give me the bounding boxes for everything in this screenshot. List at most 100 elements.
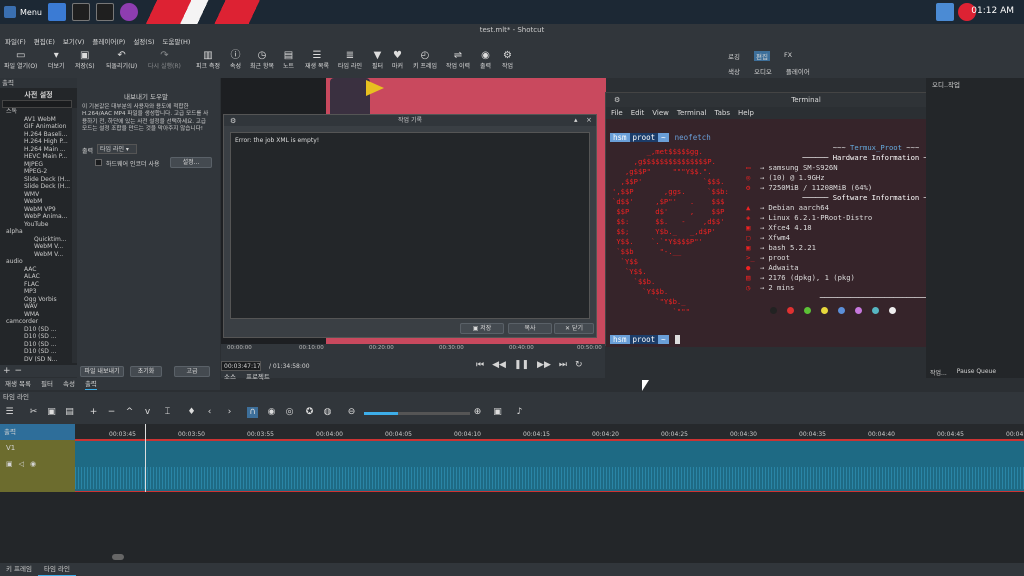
log-text-area[interactable]: Error: the job XML is empty! — [230, 132, 590, 319]
layout-logging[interactable]: 로깅 — [728, 51, 740, 61]
reset-button[interactable]: 초기화 — [130, 366, 162, 377]
copy-log-button[interactable]: 복사 — [508, 323, 552, 334]
pause-icon[interactable]: ❚❚ — [514, 360, 529, 370]
timeline-button[interactable]: ≣ 타임 라인 — [338, 50, 362, 70]
preset-item[interactable]: 스톡 — [0, 108, 72, 116]
term-menu-help[interactable]: Help — [738, 107, 754, 119]
markers-button[interactable]: ♥ 마커 — [392, 50, 403, 70]
append-icon[interactable]: + — [88, 407, 99, 418]
audio-panel-tab[interactable]: 오디.. — [932, 79, 948, 89]
preset-item[interactable]: AV1 WebM — [0, 116, 72, 124]
preset-item[interactable]: Quicktim... — [0, 236, 72, 244]
preset-item[interactable]: AAC — [0, 266, 72, 274]
copy-icon[interactable]: ▣ — [46, 407, 57, 418]
term-menu-file[interactable]: File — [611, 107, 623, 119]
preset-item[interactable]: D10 (SD ... — [0, 326, 72, 334]
file-manager-icon[interactable] — [48, 3, 66, 21]
preset-item[interactable]: WebM — [0, 198, 72, 206]
forward-icon[interactable]: ▶▶ — [537, 360, 551, 370]
zoom-in-icon[interactable]: ⊕ — [472, 407, 483, 418]
preset-item[interactable]: Slide Deck (H... — [0, 183, 72, 191]
term-menu-view[interactable]: View — [652, 107, 669, 119]
video-clip[interactable] — [75, 440, 1024, 492]
preset-search-input[interactable] — [2, 100, 72, 108]
marker-icon[interactable]: ♦ — [186, 407, 197, 418]
tab-filters[interactable]: 필터 — [41, 378, 53, 390]
menu-button[interactable]: Menu — [4, 4, 42, 20]
preset-item[interactable]: MJPEG — [0, 161, 72, 169]
preset-item[interactable]: alpha — [0, 228, 72, 236]
track-header-v1[interactable]: V1 ▣ ◁ ◉ — [0, 440, 75, 492]
pause-queue-checkbox[interactable]: Pause Queue — [957, 368, 996, 377]
terminal-icon[interactable] — [72, 3, 90, 21]
ripple-all-icon[interactable]: ✪ — [304, 407, 315, 418]
timeline-scrollbar[interactable] — [112, 554, 124, 560]
peak-meter-button[interactable]: ▥ 피크 측정 — [196, 50, 220, 70]
menu-edit[interactable]: 편집(E) — [34, 37, 55, 48]
preset-item[interactable]: MPEG-2 — [0, 168, 72, 176]
export-file-button[interactable]: 파일 내보내기 — [80, 366, 124, 377]
open-file-button[interactable]: ▭ 파일 열기(O) — [4, 50, 37, 70]
hamburger-icon[interactable]: ☰ — [4, 407, 15, 418]
preset-item[interactable]: camcorder — [0, 318, 72, 326]
source-ruler[interactable]: 00:00:00 00:10:00 00:20:00 00:30:00 00:4… — [225, 345, 605, 355]
terminal-menu-icon[interactable]: ⚙ — [614, 96, 620, 104]
menu-file[interactable]: 파일(F) — [5, 37, 26, 48]
preset-item[interactable]: GIF Animation — [0, 123, 72, 131]
preset-item[interactable]: D10 (SD ... — [0, 341, 72, 349]
preset-item[interactable]: FLAC — [0, 281, 72, 289]
jobs-menu-button[interactable]: 작업... — [930, 368, 947, 377]
preset-item[interactable]: Ogg Vorbis — [0, 296, 72, 304]
layout-audio[interactable]: 오디오 — [754, 66, 772, 76]
tab-project[interactable]: 프로젝트 — [246, 371, 270, 381]
more-button[interactable]: ▾ 더보기 — [48, 50, 65, 70]
preset-item[interactable]: D10 (SD ... — [0, 333, 72, 341]
photos-icon[interactable] — [936, 3, 954, 21]
recent-button[interactable]: ◷ 최근 항목 — [250, 50, 274, 70]
timeline-ruler[interactable]: 00:03:45 00:03:50 00:03:55 00:04:00 00:04:05… — [75, 424, 1024, 440]
preset-item[interactable]: MP3 — [0, 288, 72, 296]
preset-item[interactable]: DV (SD N... — [0, 356, 72, 364]
preset-item[interactable]: WebM V... — [0, 243, 72, 251]
preset-item[interactable]: YouTube — [0, 221, 72, 229]
preset-item[interactable]: WebP Anima... — [0, 213, 72, 221]
keyframes-button[interactable]: ◴ 키 프레임 — [413, 50, 437, 70]
mute-icon[interactable]: ◁ — [19, 460, 24, 468]
undo-button[interactable]: ↶ 되돌리기(U) — [106, 50, 137, 70]
menu-help[interactable]: 도움말(H) — [163, 37, 191, 48]
preset-item[interactable]: H.264 Baseli... — [0, 131, 72, 139]
redo-button[interactable]: ↷ 다시 실행(R) — [148, 50, 181, 70]
preset-item[interactable]: H.264 High P... — [0, 138, 72, 146]
browser-icon[interactable] — [120, 3, 138, 21]
layout-fx[interactable]: FX — [784, 51, 792, 61]
playlist-button[interactable]: ☰ 재생 목록 — [305, 50, 329, 70]
preset-item[interactable]: audio — [0, 258, 72, 266]
notes-button[interactable]: ▤ 노트 — [283, 50, 294, 70]
close-dialog-button[interactable]: ✕ 닫기 — [554, 323, 594, 334]
tab-keyframes[interactable]: 키 프레임 — [0, 563, 38, 576]
output-select[interactable]: 타임 라인 ▾ — [97, 144, 137, 154]
save-log-button[interactable]: ▣ 저장 — [460, 323, 504, 334]
advanced-button[interactable]: 고급 — [174, 366, 210, 377]
preset-item[interactable]: WMA — [0, 311, 72, 319]
layout-color[interactable]: 색상 — [728, 66, 740, 76]
menu-player[interactable]: 플레이어(P) — [92, 37, 125, 48]
cut-icon[interactable]: ✂ — [28, 407, 39, 418]
next-marker-icon[interactable]: › — [224, 407, 235, 418]
term-menu-tabs[interactable]: Tabs — [715, 107, 731, 119]
skip-end-icon[interactable]: ⏭ — [559, 360, 567, 370]
paste-icon[interactable]: ▤ — [64, 407, 75, 418]
overwrite-icon[interactable]: v — [142, 407, 153, 418]
snap-icon[interactable]: ∩ — [247, 407, 258, 418]
prev-marker-icon[interactable]: ‹ — [204, 407, 215, 418]
scrub-icon[interactable]: ◉ — [266, 407, 277, 418]
dialog-close-icon[interactable]: × — [586, 116, 592, 124]
loop-icon[interactable]: ↻ — [575, 360, 583, 370]
jobs-panel-tab[interactable]: 작업 — [948, 79, 960, 89]
lift-icon[interactable]: ^ — [124, 407, 135, 418]
ripple-icon[interactable]: ◎ — [284, 407, 295, 418]
remove-icon[interactable]: − — [106, 407, 117, 418]
zoom-out-icon[interactable]: ⊖ — [346, 407, 357, 418]
layout-player[interactable]: 플레이어 — [786, 66, 810, 76]
remove-preset-icon[interactable]: − — [15, 365, 23, 377]
